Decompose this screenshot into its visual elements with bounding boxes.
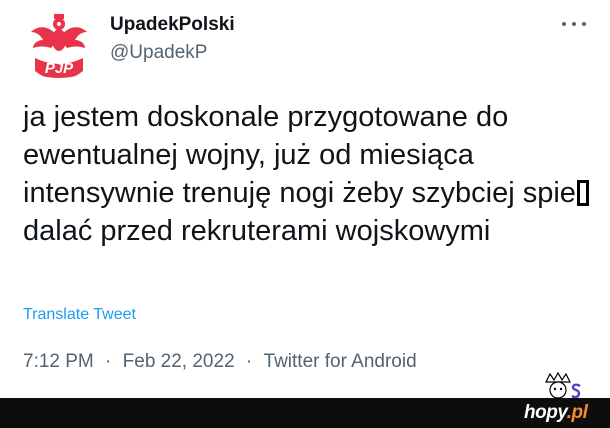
translate-tweet-link[interactable]: Translate Tweet xyxy=(23,305,136,325)
meta-separator: · xyxy=(105,351,112,372)
avatar-label: PJP xyxy=(45,60,74,77)
tweet-source[interactable]: Twitter for Android xyxy=(264,350,417,374)
author-display-name[interactable]: UpadekPolski xyxy=(110,14,235,36)
watermark-text: hopy.pl xyxy=(524,402,588,424)
author-handle[interactable]: @UpadekP xyxy=(110,42,235,64)
meta-separator: · xyxy=(245,351,253,372)
tweet-text-part1: ja jestem doskonale przygotowane do ewen… xyxy=(23,101,576,209)
tweet-meta: 7:12 PM · Feb 22, 2022 · Twitter for And… xyxy=(23,350,417,374)
more-options-button[interactable] xyxy=(562,16,586,32)
site-watermark: hopy.pl xyxy=(518,372,598,428)
more-dot xyxy=(562,22,566,26)
watermark-text-suffix: .pl xyxy=(566,402,588,423)
author-block: UpadekPolski @UpadekP xyxy=(110,14,235,64)
censor-box xyxy=(576,180,589,206)
tweet-card: PJP UpadekPolski @UpadekP ja jestem dosk… xyxy=(0,0,610,398)
more-dot xyxy=(572,22,576,26)
avatar[interactable]: PJP xyxy=(23,8,95,80)
tweet-date[interactable]: Feb 22, 2022 xyxy=(123,350,235,374)
tweet-text: ja jestem doskonale przygotowane do ewen… xyxy=(23,98,593,250)
tweet-text-part2: dalać przed rekruterami wojskowymi xyxy=(23,215,491,247)
tweet-time[interactable]: 7:12 PM xyxy=(23,350,94,374)
more-dot xyxy=(582,22,586,26)
eagle-emblem-icon: PJP xyxy=(23,8,95,80)
watermark-text-main: hopy xyxy=(524,402,567,423)
